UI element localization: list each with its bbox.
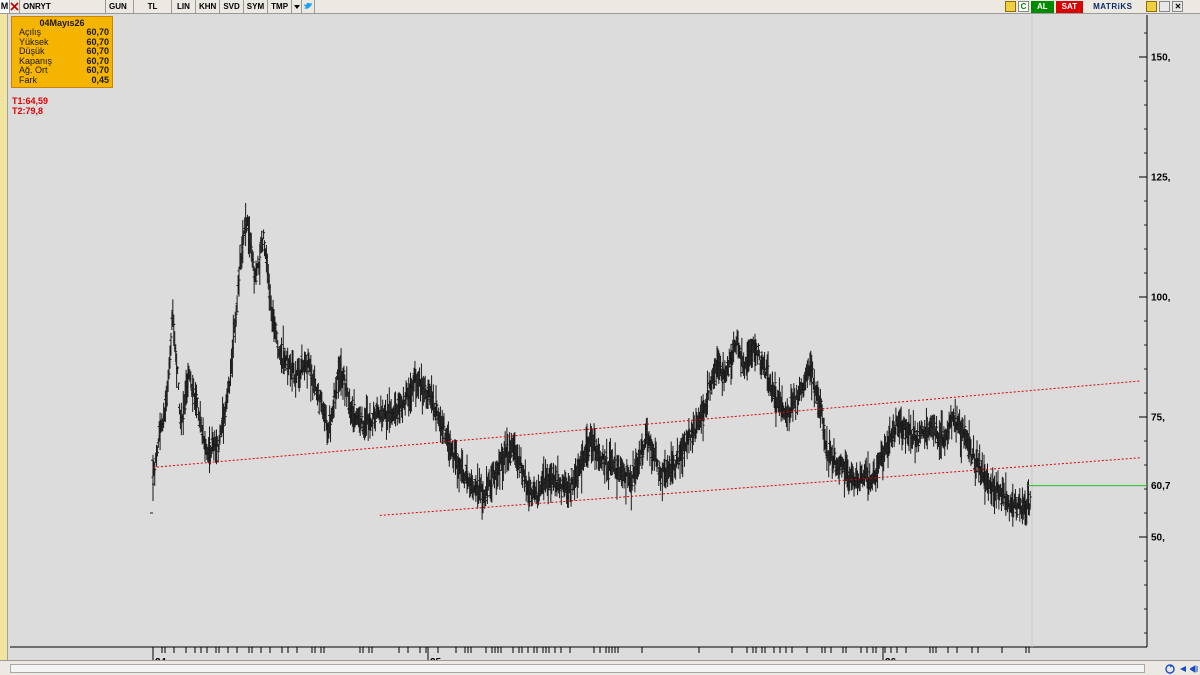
info-value: 0,45 bbox=[91, 74, 109, 85]
y-tick-label: 75, bbox=[1151, 413, 1165, 424]
info-label: Fark bbox=[19, 74, 37, 85]
y-tick-label: 125, bbox=[1151, 173, 1171, 184]
y-tick-label: 150, bbox=[1151, 53, 1171, 64]
last-price-label: 60,7 bbox=[1151, 481, 1171, 492]
sync-icon[interactable] bbox=[1164, 663, 1175, 674]
target-1-label: T1:64,59 bbox=[12, 96, 49, 106]
ohlc-info-box: 04Mayıs26 Açılış 60,70 Yüksek 60,70 Düşük 6… bbox=[11, 16, 113, 88]
info-row-diff: Fark 0,45 bbox=[15, 74, 109, 86]
chart-window: M ONRYT GUN TL LIN KHN SVD SYM TMP C AL … bbox=[0, 0, 1200, 675]
price-chart[interactable]: 150,125,100,75,50,24252660,7 bbox=[0, 0, 1200, 675]
horizontal-scrollbar[interactable] bbox=[10, 664, 1145, 673]
scroll-right-end-icon[interactable] bbox=[1188, 663, 1199, 674]
scroll-left-icon[interactable] bbox=[1177, 663, 1188, 674]
bottom-scroll-bar bbox=[0, 660, 1200, 675]
y-tick-label: 100, bbox=[1151, 293, 1171, 304]
target-2-label: T2:79,8 bbox=[12, 106, 44, 116]
y-tick-label: 50, bbox=[1151, 533, 1165, 544]
